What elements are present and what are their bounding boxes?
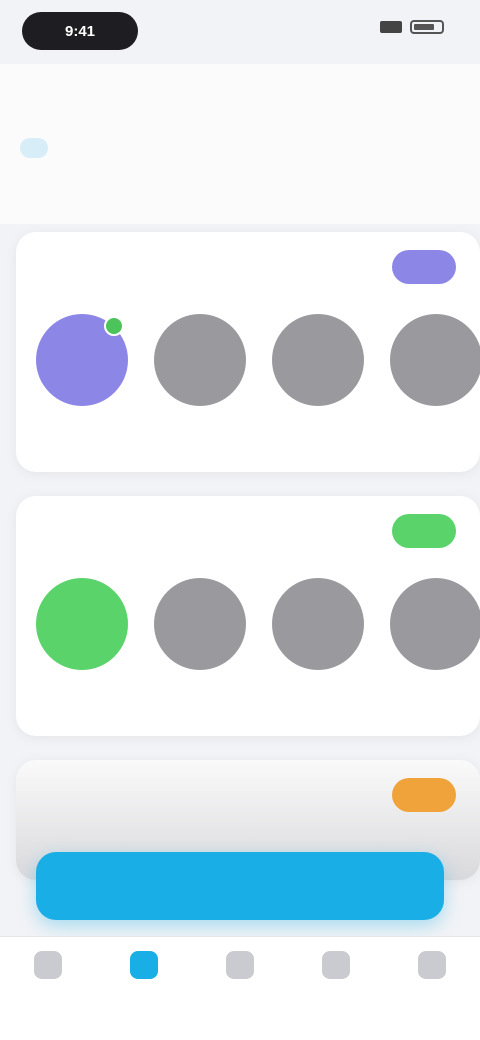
profile-icon: [322, 951, 350, 979]
step-circle-active[interactable]: [36, 314, 128, 406]
lesson-card-1[interactable]: [16, 232, 480, 472]
tabbar-item-profile[interactable]: [296, 951, 376, 985]
signal-icon: [380, 21, 402, 33]
learn-icon: [130, 951, 158, 979]
primary-cta-button[interactable]: [36, 852, 444, 920]
step-circle-locked[interactable]: [272, 314, 364, 406]
status-bar: 9:41: [0, 0, 480, 64]
steps-row: [36, 578, 480, 686]
step[interactable]: [390, 578, 480, 686]
step[interactable]: [154, 578, 246, 686]
step[interactable]: [272, 578, 364, 686]
step[interactable]: [36, 578, 128, 686]
lesson-card-2[interactable]: [16, 496, 480, 736]
home-icon: [34, 951, 62, 979]
bottom-tab-bar: [0, 936, 480, 1040]
tabbar-item-more[interactable]: [392, 951, 472, 985]
step[interactable]: [154, 314, 246, 422]
status-icons: [380, 20, 444, 34]
step[interactable]: [272, 314, 364, 422]
step[interactable]: [36, 314, 128, 422]
card-badge[interactable]: [392, 250, 456, 284]
battery-icon: [410, 20, 444, 34]
more-icon: [418, 951, 446, 979]
steps-row: [36, 314, 480, 422]
tabs: [20, 138, 100, 158]
step-circle-locked[interactable]: [154, 578, 246, 670]
header: [0, 64, 480, 224]
step-circle-active[interactable]: [36, 578, 128, 670]
tabbar-item-learn[interactable]: [104, 951, 184, 985]
tab-primary[interactable]: [20, 138, 48, 158]
step-circle-locked[interactable]: [390, 578, 480, 670]
tabbar-item-home[interactable]: [8, 951, 88, 985]
step-circle-locked[interactable]: [272, 578, 364, 670]
card-badge[interactable]: [392, 514, 456, 548]
step-circle-locked[interactable]: [154, 314, 246, 406]
practice-icon: [226, 951, 254, 979]
tab-secondary[interactable]: [72, 138, 100, 158]
step[interactable]: [390, 314, 480, 422]
card-badge[interactable]: [392, 778, 456, 812]
step-circle-locked[interactable]: [390, 314, 480, 406]
content: [16, 232, 480, 904]
tabbar-item-practice[interactable]: [200, 951, 280, 985]
status-time-pill: 9:41: [22, 12, 138, 50]
status-time: 9:41: [64, 22, 96, 40]
